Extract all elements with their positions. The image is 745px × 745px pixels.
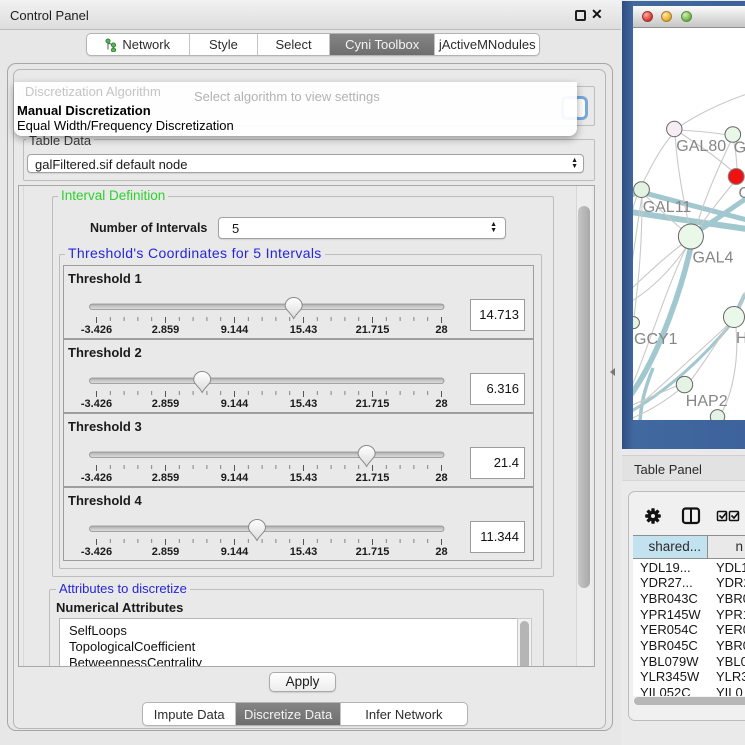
svg-text:HAP2: HAP2: [686, 393, 728, 410]
svg-text:28: 28: [435, 472, 447, 484]
svg-text:-3.426: -3.426: [81, 398, 112, 410]
svg-text:9.144: 9.144: [221, 398, 249, 410]
svg-text:28: 28: [435, 324, 447, 336]
svg-text:21.715: 21.715: [356, 472, 390, 484]
svg-text:21.715: 21.715: [356, 324, 390, 336]
svg-text:2.859: 2.859: [152, 546, 180, 558]
svg-text:28: 28: [435, 546, 447, 558]
svg-text:GCY1: GCY1: [634, 331, 678, 348]
svg-text:2.859: 2.859: [152, 472, 180, 484]
svg-text:15.43: 15.43: [290, 546, 318, 558]
svg-text:-3.426: -3.426: [81, 546, 112, 558]
svg-text:GAL11: GAL11: [643, 199, 692, 216]
svg-text:15.43: 15.43: [290, 472, 318, 484]
svg-text:9.144: 9.144: [221, 546, 249, 558]
svg-text:2.859: 2.859: [152, 324, 180, 336]
svg-text:21.715: 21.715: [356, 398, 390, 410]
svg-text:9.144: 9.144: [221, 472, 249, 484]
svg-text:15.43: 15.43: [290, 324, 318, 336]
svg-text:-3.426: -3.426: [81, 472, 112, 484]
svg-text:GAL4: GAL4: [693, 250, 734, 267]
svg-text:28: 28: [435, 398, 447, 410]
svg-text:H: H: [736, 330, 745, 347]
svg-text:C: C: [739, 185, 745, 202]
svg-text:9.144: 9.144: [221, 324, 249, 336]
svg-text:2.859: 2.859: [152, 398, 180, 410]
svg-text:GA: GA: [734, 140, 745, 157]
svg-text:15.43: 15.43: [290, 398, 318, 410]
svg-text:GAL80: GAL80: [676, 138, 726, 155]
svg-text:-3.426: -3.426: [81, 324, 112, 336]
svg-text:21.715: 21.715: [356, 546, 390, 558]
